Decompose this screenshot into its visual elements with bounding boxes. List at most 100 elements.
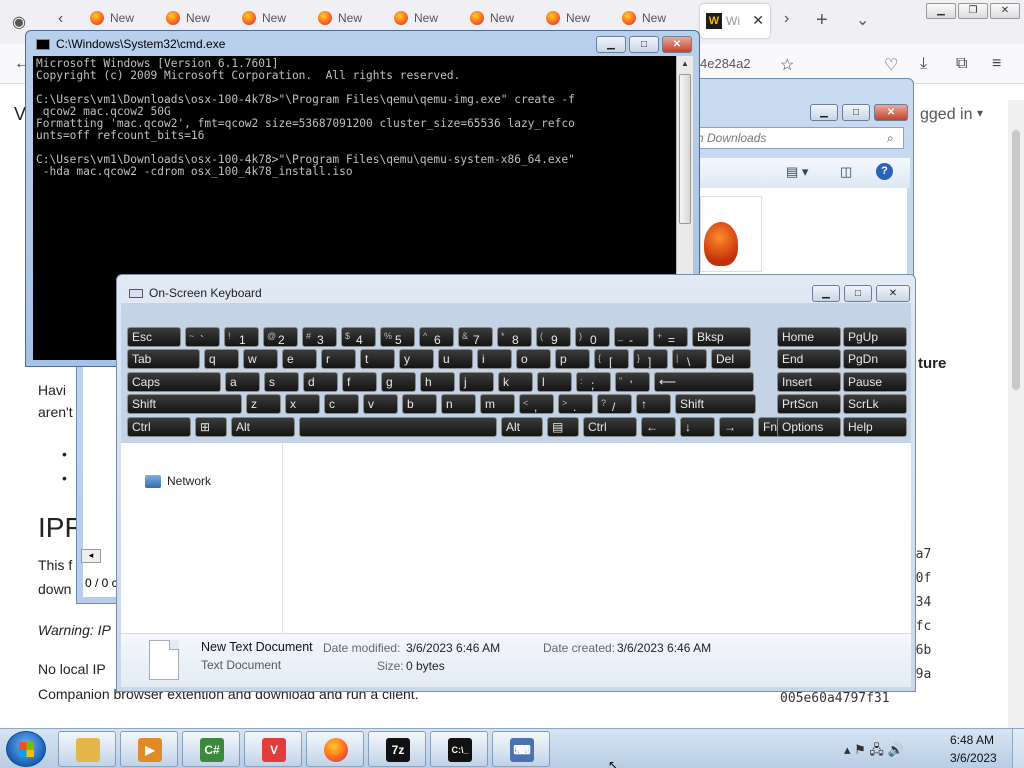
osk-key[interactable]: Del <box>711 349 751 369</box>
osk-key[interactable]: @2 <box>263 327 298 347</box>
osk-nav-key[interactable]: End <box>777 349 841 369</box>
pocket-icon[interactable]: ♡ <box>884 55 898 75</box>
taskbar-firefox-button[interactable] <box>306 731 364 767</box>
osk-key[interactable]: → <box>719 417 754 437</box>
osk-key[interactable]: Ctrl <box>127 417 191 437</box>
view-icon[interactable]: ▤ ▾ <box>786 164 808 180</box>
taskbar-7zip-button[interactable]: 7z <box>368 731 426 767</box>
clock-date[interactable]: 3/6/2023 <box>950 751 997 765</box>
osk-maximize-button[interactable]: □ <box>844 285 872 302</box>
explorer-search-input[interactable]: h Downloads <box>690 127 904 149</box>
osk-minimize-button[interactable]: ▁ <box>812 285 840 302</box>
osk-key[interactable]: $4 <box>341 327 376 347</box>
osk-key[interactable]: ! 1 <box>224 327 259 347</box>
osk-key[interactable]: f <box>342 372 377 392</box>
clock-time[interactable]: 6:48 AM <box>950 733 994 747</box>
osk-key[interactable]: Shift <box>675 394 756 414</box>
osk-key[interactable]: ↓ <box>680 417 715 437</box>
account-status[interactable]: gged in <box>920 106 973 124</box>
explorer-maximize-button[interactable]: □ <box>842 104 870 121</box>
osk-key[interactable]: Caps <box>127 372 221 392</box>
osk-key[interactable]: Esc <box>127 327 181 347</box>
osk-nav-key[interactable]: PrtScn <box>777 394 841 414</box>
ff-close-button[interactable]: ✕ <box>990 3 1020 19</box>
osk-key[interactable]: y <box>399 349 434 369</box>
osk-key[interactable]: (9 <box>536 327 571 347</box>
osk-nav-key[interactable]: ScrLk <box>843 394 907 414</box>
osk-key[interactable]: % 5 <box>380 327 415 347</box>
ff-minimize-button[interactable]: ▁ <box>926 3 956 19</box>
osk-key[interactable]: & 7 <box>458 327 493 347</box>
taskbar-csharp-button[interactable]: C# <box>182 731 240 767</box>
osk-key[interactable]: s <box>264 372 299 392</box>
active-tab[interactable]: W Wi ✕ <box>700 4 770 38</box>
osk-key[interactable]: e <box>282 349 317 369</box>
scroll-up-icon[interactable]: ▲ <box>681 59 689 68</box>
osk-title-bar[interactable]: On-Screen Keyboard <box>129 286 262 300</box>
browser-tab[interactable]: New <box>166 10 240 32</box>
osk-key[interactable]: h <box>420 372 455 392</box>
osk-key[interactable]: v <box>363 394 398 414</box>
browser-tab[interactable]: New <box>546 10 620 32</box>
osk-key[interactable]: ⟵ <box>654 372 754 392</box>
firefox-icon[interactable]: ◉ <box>12 12 26 32</box>
osk-key[interactable]: | \ <box>672 349 707 369</box>
osk-key[interactable]: ⊞ <box>195 417 227 437</box>
osk-nav-key[interactable]: Home <box>777 327 841 347</box>
bookmark-star-icon[interactable]: ☆ <box>780 55 794 75</box>
new-tab-icon[interactable]: + <box>816 9 828 32</box>
osk-nav-key[interactable]: Pause <box>843 372 907 392</box>
osk-key[interactable]: <, <box>519 394 554 414</box>
page-scrollbar[interactable] <box>1008 100 1024 728</box>
account-dropdown-icon[interactable]: ▾ <box>977 106 983 120</box>
taskbar-vivaldi-button[interactable]: V <box>244 731 302 767</box>
osk-key[interactable]: m <box>480 394 515 414</box>
osk-key[interactable]: ^ 6 <box>419 327 454 347</box>
osk-key[interactable]: Shift <box>127 394 242 414</box>
osk-key[interactable]: c <box>324 394 359 414</box>
osk-key[interactable] <box>299 417 497 437</box>
taskbar-osk-button[interactable]: ⌨ <box>492 731 550 767</box>
osk-key[interactable]: t <box>360 349 395 369</box>
nav-item-network[interactable]: Network <box>145 474 211 489</box>
osk-nav-key[interactable]: Insert <box>777 372 841 392</box>
osk-key[interactable]: r <box>321 349 356 369</box>
osk-key[interactable]: z <box>246 394 281 414</box>
osk-key[interactable]: q <box>204 349 239 369</box>
taskbar-media-player-button[interactable]: ▶ <box>120 731 178 767</box>
osk-key[interactable]: Tab <box>127 349 200 369</box>
osk-key[interactable]: " ' <box>615 372 650 392</box>
osk-key[interactable]: ▤ <box>547 417 579 437</box>
osk-key[interactable]: l <box>537 372 572 392</box>
browser-tab[interactable]: New <box>622 10 696 32</box>
tab-scroll-right-icon[interactable]: › <box>784 10 789 28</box>
explorer-hscroll-left-icon[interactable]: ◂ <box>81 549 101 563</box>
osk-key[interactable]: x <box>285 394 320 414</box>
browser-tab[interactable]: New <box>394 10 468 32</box>
osk-key[interactable]: + = <box>653 327 688 347</box>
tab-scroll-left-icon[interactable]: ‹ <box>58 10 63 28</box>
osk-key[interactable]: }] <box>633 349 668 369</box>
osk-key[interactable]: g <box>381 372 416 392</box>
explorer-minimize-button[interactable]: ▁ <box>810 104 838 121</box>
osk-key[interactable]: a <box>225 372 260 392</box>
osk-nav-key[interactable]: Help <box>843 417 907 437</box>
close-tab-icon[interactable]: ✕ <box>752 12 764 29</box>
show-desktop-button[interactable] <box>1012 729 1024 768</box>
osk-key[interactable]: Alt <box>501 417 543 437</box>
cmd-minimize-button[interactable]: ▁ <box>596 36 626 53</box>
browser-tab[interactable]: New <box>470 10 544 32</box>
osk-key[interactable]: d <box>303 372 338 392</box>
osk-key[interactable]: >. <box>558 394 593 414</box>
extensions-icon[interactable]: ⧉ <box>956 55 967 73</box>
osk-key[interactable]: * 8 <box>497 327 532 347</box>
osk-key[interactable]: _ - <box>614 327 649 347</box>
menu-icon[interactable]: ≡ <box>992 55 1001 73</box>
list-tabs-icon[interactable]: ⌄ <box>856 10 869 30</box>
cmd-close-button[interactable]: ✕ <box>662 36 692 53</box>
browser-tab[interactable]: New <box>90 10 164 32</box>
help-icon[interactable]: ? <box>876 163 893 180</box>
osk-key[interactable]: Ctrl <box>583 417 637 437</box>
osk-close-button[interactable]: ✕ <box>876 285 910 302</box>
osk-nav-key[interactable]: PgDn <box>843 349 907 369</box>
